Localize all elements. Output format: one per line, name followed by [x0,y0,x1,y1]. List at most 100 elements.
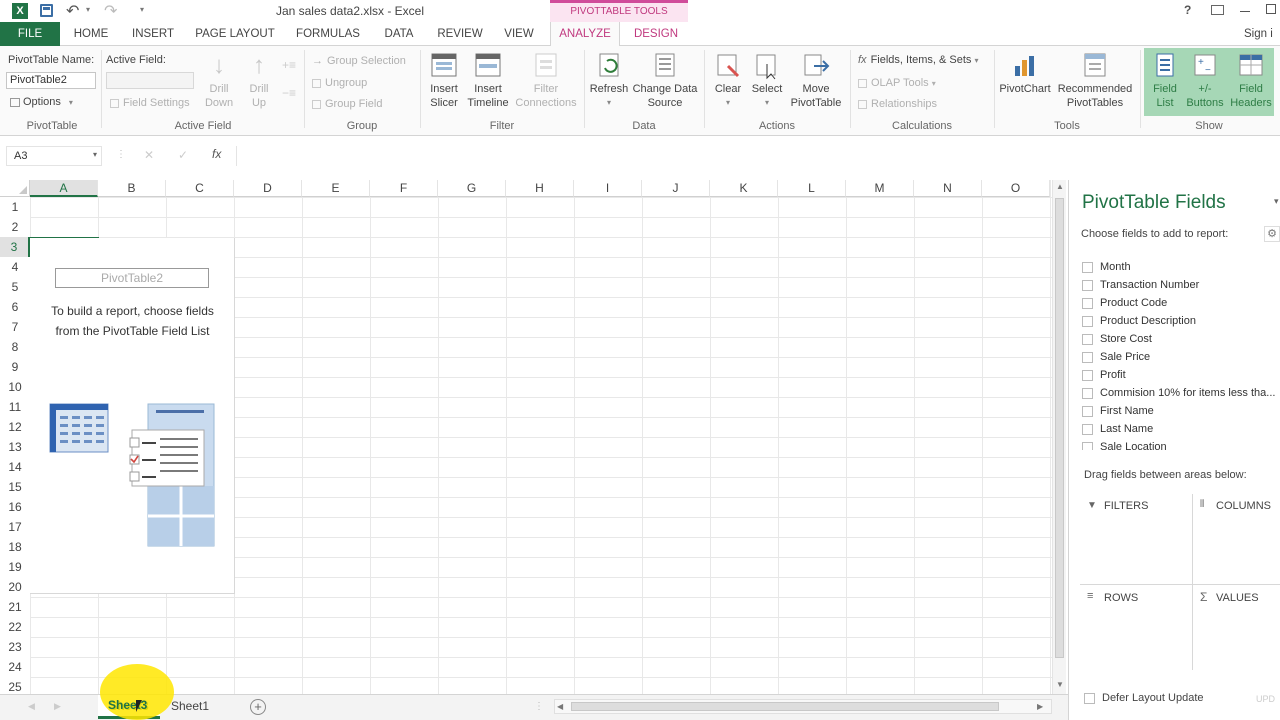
tab-formulas[interactable]: FORMULAS [292,22,364,46]
plus-minus-buttons-button[interactable]: + − +/- Buttons [1184,52,1226,110]
pane-settings-gear-icon[interactable]: ⚙ [1264,226,1280,242]
undo-icon[interactable]: ↶ [66,1,79,21]
column-header-E[interactable]: E [302,180,370,197]
sheet-tab-sheet1[interactable]: Sheet1 [166,695,214,719]
row-header-11[interactable]: 11 [0,397,30,417]
row-header-19[interactable]: 19 [0,557,30,577]
sign-in-link[interactable]: Sign i [1244,22,1280,46]
recommended-pivottables-button[interactable]: Recommended PivotTables [1054,52,1136,110]
ungroup-button[interactable]: Ungroup [312,76,367,90]
pivot-placeholder[interactable]: PivotTable2 To build a report, choose fi… [30,238,235,594]
row-header-9[interactable]: 9 [0,357,30,377]
enter-icon[interactable]: ✓ [178,148,188,162]
new-sheet-button[interactable]: + [250,699,266,715]
field-settings-button[interactable]: Field Settings [110,96,190,110]
help-button[interactable]: ? [1184,3,1191,17]
column-header-N[interactable]: N [914,180,982,197]
olap-tools-button[interactable]: OLAP Tools ▾ [858,76,936,91]
ribbon-display-options-icon[interactable] [1211,5,1224,15]
drill-up-button[interactable]: ↑ Drill Up [242,52,276,110]
insert-timeline-button[interactable]: Insert Timeline [464,52,512,110]
field-month[interactable]: Month [1082,258,1131,276]
move-pivottable-button[interactable]: Move PivotTable [788,52,844,110]
filters-area[interactable]: ▼ FILTERS [1080,494,1192,584]
row-header-5[interactable]: 5 [0,277,30,297]
update-button[interactable]: UPD [1256,694,1275,704]
scroll-down-icon[interactable]: ▼ [1056,680,1064,689]
name-box[interactable]: A3 ▾ [6,146,102,166]
field-sale-price[interactable]: Sale Price [1082,348,1150,366]
row-header-1[interactable]: 1 [0,197,30,217]
drill-down-button[interactable]: ↓ Drill Down [200,52,238,110]
checkbox[interactable] [1082,333,1093,345]
save-icon[interactable] [40,4,53,17]
field-product-code[interactable]: Product Code [1082,294,1167,312]
row-header-12[interactable]: 12 [0,417,30,437]
scroll-right-icon[interactable]: ▶ [1037,702,1043,711]
row-header-8[interactable]: 8 [0,337,30,357]
column-header-A[interactable]: A [30,180,98,197]
scroll-left-icon[interactable]: ◀ [557,702,563,711]
clear-button[interactable]: Clear ▾ [708,52,748,110]
redo-icon[interactable]: ↷ [104,1,117,21]
column-header-D[interactable]: D [234,180,302,197]
field-last-name[interactable]: Last Name [1082,420,1153,438]
checkbox[interactable] [1082,369,1093,381]
checkbox[interactable] [1084,692,1095,704]
row-header-10[interactable]: 10 [0,377,30,397]
pivotchart-button[interactable]: PivotChart [998,52,1052,96]
sheet-nav-next-icon[interactable]: ▶ [54,701,61,712]
checkbox[interactable] [1082,441,1093,450]
formula-input[interactable] [236,146,1280,166]
row-header-17[interactable]: 17 [0,517,30,537]
insert-slicer-button[interactable]: Insert Slicer [424,52,464,110]
scroll-thumb[interactable] [1055,198,1064,658]
column-header-G[interactable]: G [438,180,506,197]
tab-view[interactable]: VIEW [498,22,540,46]
select-all-corner[interactable] [0,180,30,197]
tab-data[interactable]: DATA [376,22,422,46]
row-header-22[interactable]: 22 [0,617,30,637]
horizontal-scroll-thumb[interactable] [571,702,999,711]
field-profit[interactable]: Profit [1082,366,1126,384]
row-header-21[interactable]: 21 [0,597,30,617]
defer-layout-update-checkbox[interactable]: Defer Layout Update [1084,692,1204,704]
row-header-23[interactable]: 23 [0,637,30,657]
row-header-4[interactable]: 4 [0,257,30,277]
tab-analyze[interactable]: ANALYZE [550,22,620,47]
expand-field-icon[interactable]: +≡ [282,58,296,72]
row-header-14[interactable]: 14 [0,457,30,477]
minimize-icon[interactable] [1240,11,1250,12]
tab-page-layout[interactable]: PAGE LAYOUT [192,22,278,46]
rows-area[interactable]: ≡ ROWS [1080,586,1192,670]
checkbox[interactable] [1082,297,1093,309]
checkbox[interactable] [1082,405,1093,417]
active-field-input[interactable] [106,72,194,89]
checkbox[interactable] [1082,351,1093,363]
field-commision[interactable]: Commision 10% for items less tha... [1082,384,1275,402]
pivottable-name-input[interactable]: PivotTable2 [6,72,96,89]
sheet-nav-prev-icon[interactable]: ◀ [28,701,35,712]
undo-dropdown-icon[interactable]: ▾ [86,5,90,14]
row-header-20[interactable]: 20 [0,577,30,597]
row-header-15[interactable]: 15 [0,477,30,497]
relationships-button[interactable]: Relationships [858,97,937,111]
column-header-K[interactable]: K [710,180,778,197]
row-header-13[interactable]: 13 [0,437,30,457]
tab-insert[interactable]: INSERT [126,22,180,46]
tab-review[interactable]: REVIEW [434,22,486,46]
row-header-6[interactable]: 6 [0,297,30,317]
checkbox[interactable] [1082,315,1093,327]
column-header-C[interactable]: C [166,180,234,197]
column-header-B[interactable]: B [98,180,166,197]
tab-design[interactable]: DESIGN [624,22,688,46]
field-sale-location[interactable]: Sale Location [1082,438,1167,450]
column-header-L[interactable]: L [778,180,846,197]
checkbox[interactable] [1082,261,1093,273]
tab-file[interactable]: FILE [0,22,60,46]
tab-home[interactable]: HOME [66,22,116,46]
values-area[interactable]: Σ VALUES [1194,586,1280,670]
row-header-18[interactable]: 18 [0,537,30,557]
pane-close-icon[interactable]: ▾ [1274,196,1279,207]
checkbox[interactable] [1082,387,1093,399]
